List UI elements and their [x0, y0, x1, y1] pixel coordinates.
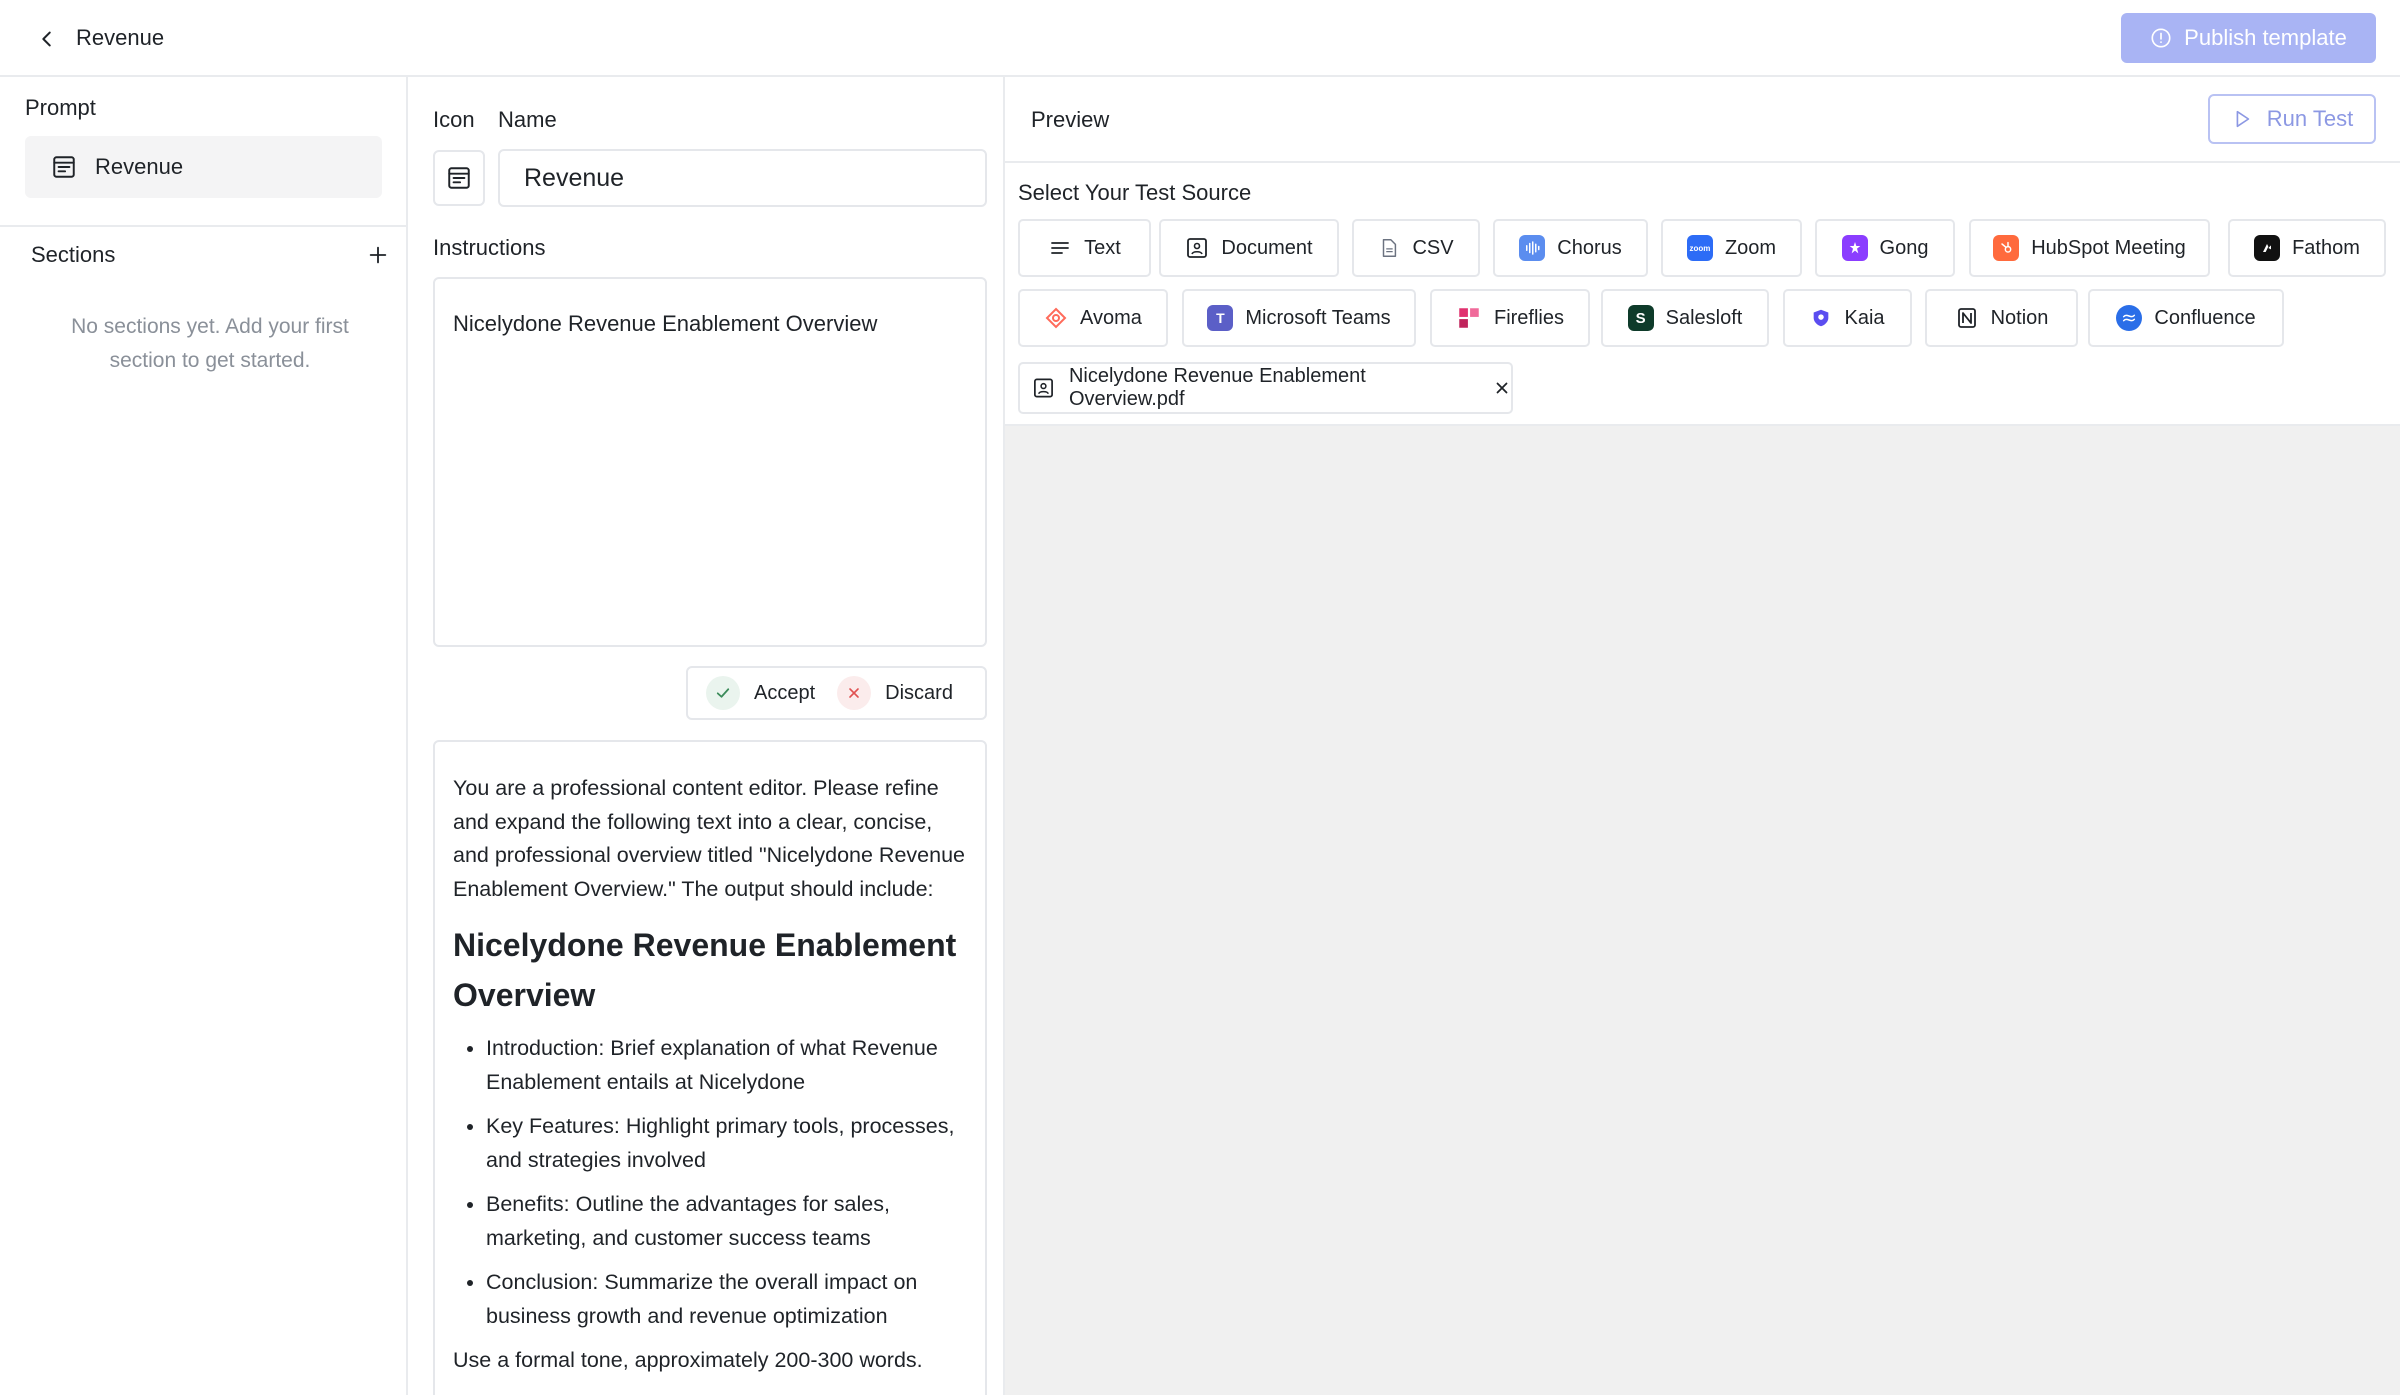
source-hubspot-meeting[interactable]: HubSpot Meeting: [1969, 219, 2210, 277]
sections-heading: Sections: [31, 242, 116, 267]
prompt-heading: Prompt: [25, 95, 96, 120]
document-icon: [1034, 378, 1053, 398]
source-label: HubSpot Meeting: [2031, 236, 2186, 259]
lines-icon: [1051, 242, 1070, 254]
icon-label: Icon: [433, 107, 475, 132]
source-label: Microsoft Teams: [1245, 306, 1391, 329]
sections-empty-state: No sections yet. Add your first section …: [71, 315, 349, 372]
document-icon: [1187, 238, 1208, 258]
template-icon: [448, 167, 470, 189]
selected-file-name: Nicelydone Revenue Enablement Overview.p…: [1068, 365, 1366, 410]
remove-file-button[interactable]: [1493, 379, 1511, 397]
gong-logo-icon: [1841, 235, 1868, 261]
template-icon: [53, 156, 75, 178]
source-label: CSV: [1412, 236, 1454, 259]
kaia-logo-icon: [1814, 309, 1829, 327]
salesloft-logo-icon: S: [1627, 305, 1654, 331]
suggestion-heading: Nicelydone Revenue Enablement Overview: [453, 927, 957, 1013]
source-gong[interactable]: Gong: [1815, 219, 1955, 277]
preview-header: Preview Run Test: [1005, 77, 2400, 163]
instructions-label: Instructions: [433, 235, 546, 260]
accept-button[interactable]: Accept: [706, 676, 815, 710]
source-microsoft-teams[interactable]: T Microsoft Teams: [1182, 289, 1416, 347]
chevron-left-icon: [42, 31, 51, 47]
top-bar: Revenue Publish template: [0, 0, 2400, 77]
confluence-logo-icon: [2116, 305, 2143, 331]
source-fathom[interactable]: Fathom: [2228, 219, 2386, 277]
source-label: Confluence: [2154, 306, 2256, 329]
left-panel: Prompt Revenue Sections No sections yet.…: [0, 77, 408, 1395]
info-circle-icon: [2151, 28, 2171, 48]
avoma-logo-icon: [1045, 307, 1067, 329]
test-source-area: Select Your Test Source Text Document CS…: [1005, 163, 2400, 426]
suggestion-list: Introduction: Brief explanation of what …: [453, 1032, 967, 1333]
ai-suggestion-panel: You are a professional content editor. P…: [433, 740, 987, 1395]
selected-file-chip: Nicelydone Revenue Enablement Overview.p…: [1018, 362, 1513, 414]
source-document[interactable]: Document: [1159, 219, 1339, 277]
close-icon: [1496, 382, 1508, 394]
source-label: Text: [1084, 236, 1121, 259]
prompt-item-revenue[interactable]: Revenue: [25, 136, 382, 198]
editor-panel: Icon Name Instructions Nicelydone Revenu…: [408, 77, 1005, 1395]
add-section-button[interactable]: [362, 239, 394, 271]
run-test-label: Run Test: [2266, 106, 2354, 131]
chorus-logo-icon: [1519, 235, 1546, 261]
test-source-title: Select Your Test Source: [1018, 180, 1252, 205]
instructions-textarea[interactable]: Nicelydone Revenue Enablement Overview: [433, 277, 987, 647]
name-label: Name: [498, 107, 557, 132]
list-item: Benefits: Outline the advantages for sal…: [486, 1188, 967, 1255]
suggestion-trailing: Use a formal tone, approximately 200-300…: [453, 1348, 923, 1372]
source-label: Chorus: [1557, 236, 1622, 259]
notion-logo-icon: [1957, 308, 1976, 328]
back-button[interactable]: [30, 22, 64, 56]
list-item: Conclusion: Summarize the overall impact…: [486, 1266, 967, 1333]
suggestion-actions: Accept Discard: [686, 666, 987, 720]
plus-icon: [369, 246, 387, 264]
source-chorus[interactable]: Chorus: [1493, 219, 1648, 277]
csv-file-icon: [1383, 239, 1397, 257]
publish-template-button[interactable]: Publish template: [2121, 13, 2376, 63]
source-avoma[interactable]: Avoma: [1018, 289, 1168, 347]
fireflies-logo-icon: [1459, 308, 1479, 328]
close-icon: [837, 676, 872, 710]
source-label: Document: [1221, 236, 1313, 259]
page-title: Revenue: [76, 25, 165, 50]
divider: [0, 225, 406, 227]
run-test-button[interactable]: Run Test: [2208, 94, 2376, 144]
source-zoom[interactable]: zoom Zoom: [1661, 219, 1802, 277]
play-icon: [2236, 110, 2250, 128]
source-label: Avoma: [1080, 306, 1142, 329]
prompt-item-label: Revenue: [95, 154, 184, 179]
source-csv[interactable]: CSV: [1352, 219, 1480, 277]
suggestion-intro: You are a professional content editor. P…: [453, 776, 965, 901]
source-confluence[interactable]: Confluence: [2088, 289, 2284, 347]
fathom-logo-icon: [2254, 235, 2281, 261]
hubspot-logo-icon: [1993, 235, 2020, 261]
list-item: Introduction: Brief explanation of what …: [486, 1032, 967, 1099]
source-kaia[interactable]: Kaia: [1783, 289, 1912, 347]
name-input[interactable]: [498, 149, 987, 207]
teams-logo-icon: T: [1207, 305, 1234, 331]
source-salesloft[interactable]: S Salesloft: [1601, 289, 1769, 347]
icon-picker[interactable]: [433, 150, 485, 206]
preview-panel: Preview Run Test Select Your Test Source…: [1005, 77, 2400, 1395]
accept-label: Accept: [754, 681, 816, 704]
preview-title: Preview: [1031, 107, 1110, 132]
source-label: Fathom: [2292, 236, 2360, 259]
discard-label: Discard: [885, 681, 953, 704]
check-icon: [706, 676, 740, 710]
source-label: Zoom: [1724, 236, 1777, 259]
source-fireflies[interactable]: Fireflies: [1430, 289, 1590, 347]
discard-button[interactable]: Discard: [837, 676, 953, 710]
list-item: Key Features: Highlight primary tools, p…: [486, 1110, 967, 1177]
publish-template-label: Publish template: [2184, 25, 2347, 50]
source-text[interactable]: Text: [1018, 219, 1151, 277]
source-label: Kaia: [1844, 306, 1885, 329]
source-label: Gong: [1879, 236, 1929, 259]
source-notion[interactable]: Notion: [1925, 289, 2078, 347]
source-label: Notion: [1990, 306, 2049, 329]
zoom-logo-icon: zoom: [1686, 235, 1713, 261]
source-label: Fireflies: [1493, 306, 1564, 329]
source-label: Salesloft: [1665, 306, 1743, 329]
